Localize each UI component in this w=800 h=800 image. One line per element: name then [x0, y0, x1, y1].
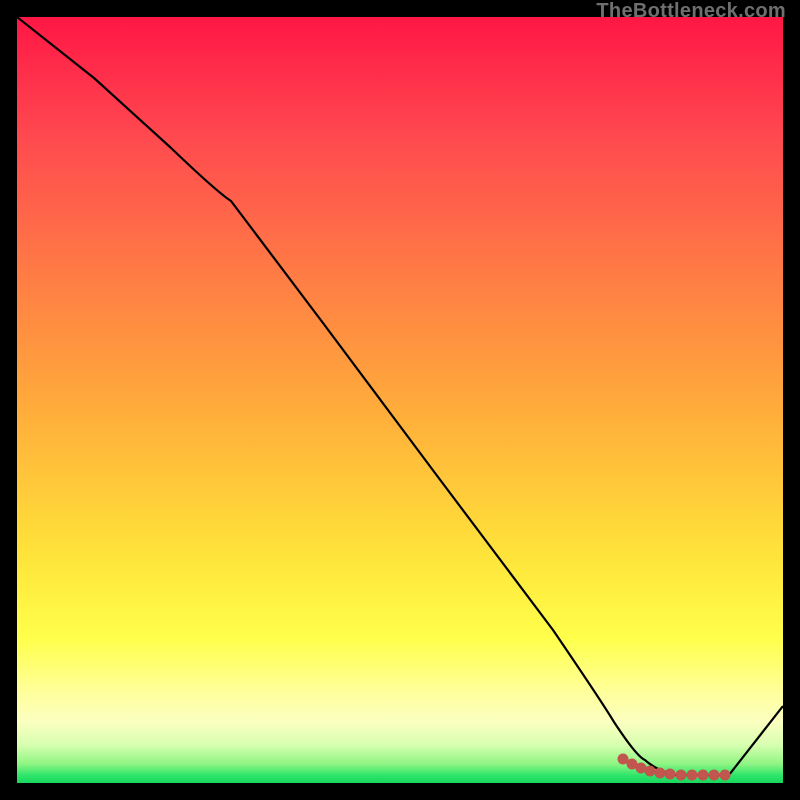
- series-curve: [17, 17, 783, 775]
- plot-area: [17, 17, 783, 783]
- chart-stage: TheBottleneck.com: [0, 0, 800, 800]
- highlight-markers: [618, 754, 730, 780]
- watermark-text: TheBottleneck.com: [596, 0, 786, 23]
- chart-overlay: [17, 17, 783, 783]
